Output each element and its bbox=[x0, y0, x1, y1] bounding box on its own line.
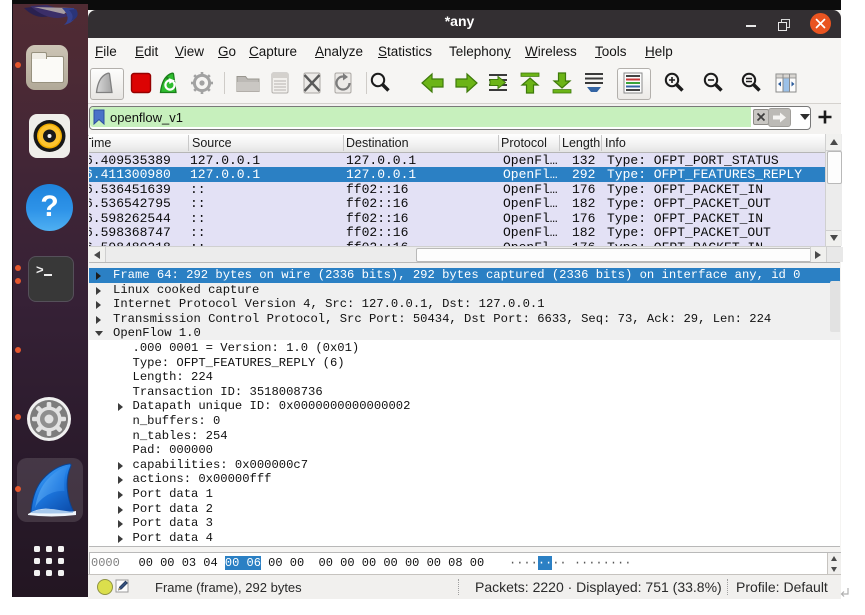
svg-text:?: ? bbox=[40, 190, 58, 223]
